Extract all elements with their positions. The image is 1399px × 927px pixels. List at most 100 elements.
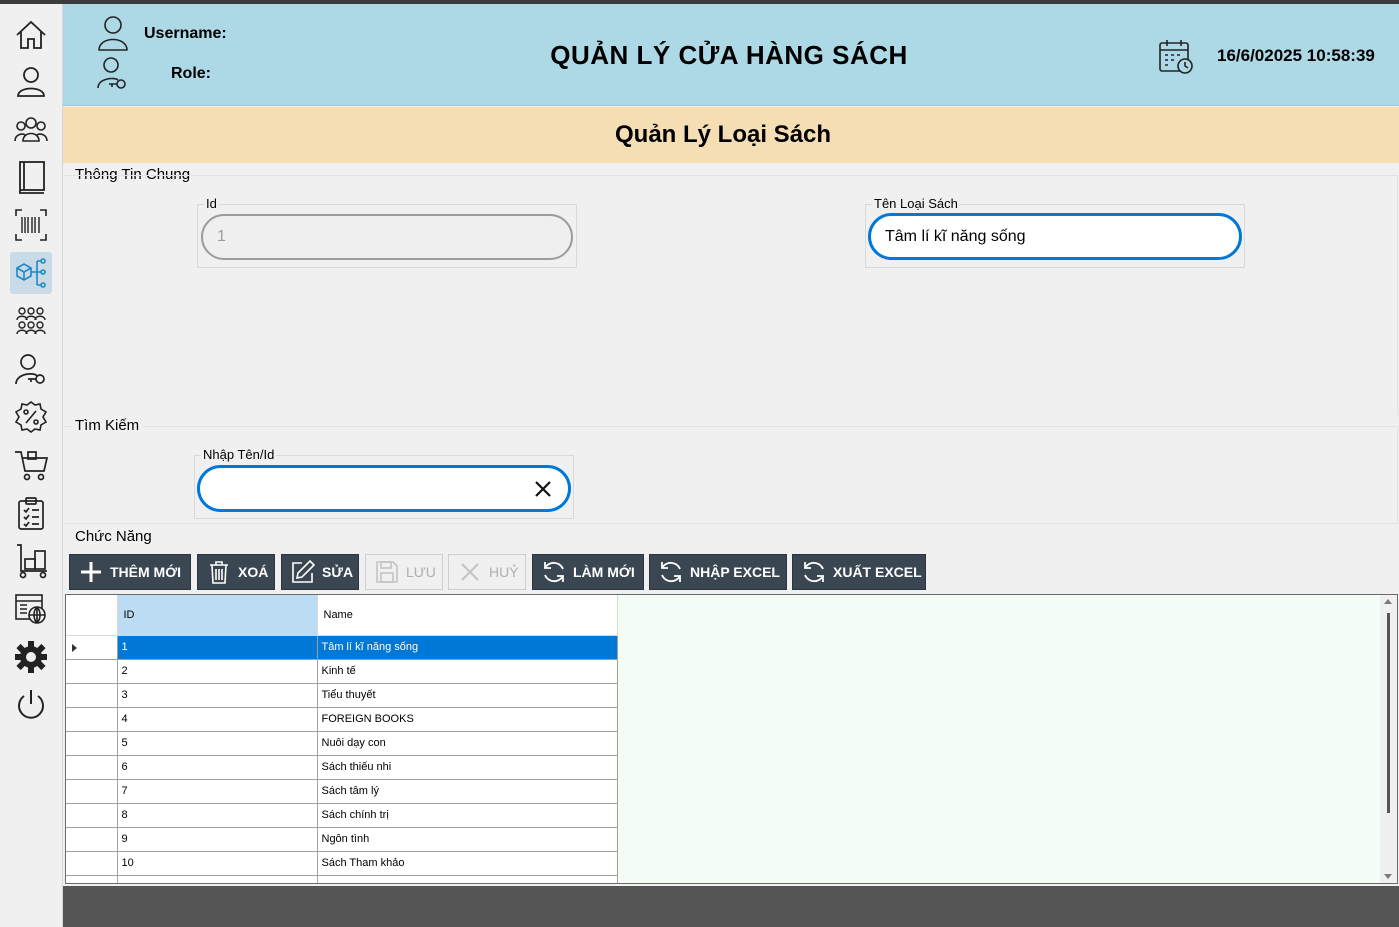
sidebar-book-icon[interactable] [10,156,52,198]
save-button-label: LƯU [406,564,436,580]
scroll-thumb[interactable] [1387,613,1390,813]
row-header[interactable] [66,875,118,883]
cell-name[interactable]: Tâm lí kĩ năng sống [317,635,618,660]
table-row[interactable] [66,875,618,883]
sidebar-customers-icon[interactable] [10,300,52,342]
cell-name[interactable]: FOREIGN BOOKS [317,707,618,732]
save-icon [376,561,398,583]
table-row[interactable]: 5 Nuôi dạy con [66,731,618,756]
sidebar-power-icon[interactable] [10,684,52,726]
table-row[interactable]: 10 Sách Tham khảo [66,851,618,876]
cell-name[interactable]: Ngôn tình [317,827,618,852]
cell-name[interactable] [317,875,618,883]
save-button[interactable]: LƯU [365,554,443,590]
sidebar-user-icon[interactable] [10,60,52,102]
sidebar-clipboard-icon[interactable] [10,492,52,534]
row-header[interactable] [66,707,118,732]
cell-id[interactable]: 2 [117,659,318,684]
table-row[interactable]: 4 FOREIGN BOOKS [66,707,618,732]
table-row[interactable]: 8 Sách chính trị [66,803,618,828]
table-row[interactable]: 2 Kinh tế [66,659,618,684]
app-title: QUẢN LÝ CỬA HÀNG SÁCH [550,40,908,70]
grid-header-row: ID Name [66,595,618,636]
clear-search-icon[interactable] [532,478,554,500]
sidebar-home-icon[interactable] [10,14,52,56]
delete-button[interactable]: XOÁ [197,554,275,590]
cell-id[interactable]: 4 [117,707,318,732]
category-name-input[interactable]: Tâm lí kĩ năng sống [868,213,1242,260]
row-header[interactable] [66,635,118,660]
cell-id[interactable]: 7 [117,779,318,804]
cancel-button-label: HUỶ [489,564,519,580]
row-header[interactable] [66,731,118,756]
cancel-button[interactable]: HUỶ [448,554,526,590]
cell-name[interactable]: Sách chính trị [317,803,618,828]
cell-name[interactable]: Kinh tế [317,659,618,684]
search-field-label: Nhập Tên/Id [201,447,277,462]
table-row[interactable]: 7 Sách tâm lý [66,779,618,804]
cell-name[interactable]: Tiểu thuyết [317,683,618,708]
cell-id[interactable]: 8 [117,803,318,828]
functions-group-label: Chức Năng [72,528,155,545]
sidebar-discount-icon[interactable] [10,396,52,438]
grid-vertical-scrollbar[interactable] [1380,595,1397,883]
scroll-up-icon[interactable] [1384,599,1392,604]
add-button-label: THÊM MỚI [110,564,182,580]
import-excel-button[interactable]: NHẬP EXCEL [649,554,787,590]
delete-button-label: XOÁ [238,564,269,580]
trash-icon [210,561,228,584]
export-excel-button[interactable]: XUẤT EXCEL [792,554,926,590]
scroll-down-icon[interactable] [1384,874,1392,879]
table-row[interactable]: 9 Ngôn tình [66,827,618,852]
cell-id[interactable]: 10 [117,851,318,876]
sidebar-user-key-icon[interactable] [10,348,52,390]
cell-name[interactable]: Sách tâm lý [317,779,618,804]
cell-name[interactable]: Sách Tham khảo [317,851,618,876]
import-icon [661,561,681,583]
row-header[interactable] [66,803,118,828]
id-input[interactable]: 1 [201,214,573,260]
table-row[interactable]: 1 Tâm lí kĩ năng sống [66,635,618,660]
current-row-icon [72,643,77,652]
table-row[interactable]: 6 Sách thiếu nhi [66,755,618,780]
sidebar-barcode-icon[interactable] [10,204,52,246]
table-row[interactable]: 3 Tiểu thuyết [66,683,618,708]
refresh-button[interactable]: LÀM MỚI [532,554,644,590]
username-label: Username: [144,25,227,42]
search-input[interactable] [197,465,571,512]
sidebar-warehouse-icon[interactable] [10,540,52,582]
cell-id[interactable]: 9 [117,827,318,852]
column-header-name[interactable]: Name [317,595,618,636]
calendar-clock-icon [1159,40,1193,74]
grid-corner-header[interactable] [66,595,118,636]
cell-id[interactable] [117,875,318,883]
cell-id[interactable]: 6 [117,755,318,780]
sidebar-settings-icon[interactable] [10,636,52,678]
sidebar-users-group-icon[interactable] [10,108,52,150]
role-label: Role: [171,65,211,82]
cell-id[interactable]: 5 [117,731,318,756]
cell-id[interactable]: 1 [117,635,318,660]
plus-icon [81,562,101,582]
sidebar-category-icon[interactable] [10,252,52,294]
cell-id[interactable]: 3 [117,683,318,708]
category-name-label: Tên Loại Sách [872,196,960,211]
cell-name[interactable]: Sách thiếu nhi [317,755,618,780]
sidebar-publisher-icon[interactable] [10,588,52,630]
category-grid[interactable]: ID Name 1 Tâm lí kĩ năng sống 2 Kinh tế … [65,594,1398,884]
edit-button[interactable]: SỬA [281,554,359,590]
column-header-id[interactable]: ID [117,595,318,636]
cancel-icon [461,563,479,581]
add-button[interactable]: THÊM MỚI [69,554,191,590]
edit-icon [292,559,316,583]
cell-name[interactable]: Nuôi dạy con [317,731,618,756]
current-datetime: 16/6/02025 10:58:39 [1217,46,1375,65]
row-header[interactable] [66,659,118,684]
sidebar-cart-icon[interactable] [10,444,52,486]
page-title-bar: Quản Lý Loại Sách [63,107,1399,163]
row-header[interactable] [66,683,118,708]
row-header[interactable] [66,851,118,876]
row-header[interactable] [66,755,118,780]
row-header[interactable] [66,779,118,804]
row-header[interactable] [66,827,118,852]
